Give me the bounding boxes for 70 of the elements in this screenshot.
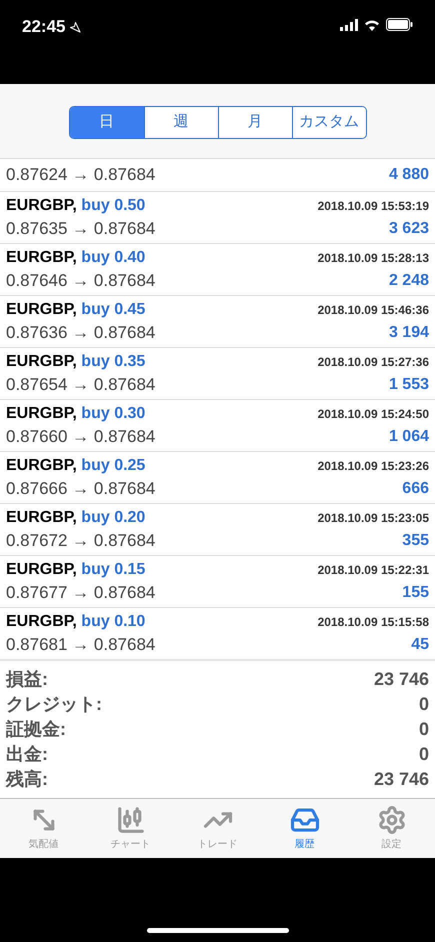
deal-profit: 1 064 (388, 426, 429, 446)
candlestick-icon (116, 805, 146, 835)
deal-time: 2018.10.09 15:53:19 (318, 198, 429, 214)
deal-row[interactable]: EURGBP, buy 0.50 2018.10.09 15:53:19 0.87635 → 0.87684 3 623 (0, 191, 435, 243)
deal-profit: 355 (402, 530, 429, 550)
deal-row[interactable]: EURGBP, buy 0.10 2018.10.09 15:15:58 0.87681 → 0.87684 45 (0, 607, 435, 659)
deal-time: 2018.10.09 15:27:36 (318, 354, 429, 370)
deal-prices: 0.87624 → 0.87684 (6, 164, 156, 186)
deal-profit: 666 (402, 478, 429, 498)
deal-time: 2018.10.09 15:24:50 (318, 406, 429, 422)
deal-time: 2018.10.09 15:28:13 (318, 250, 429, 266)
total-value: 0 (418, 718, 429, 741)
period-tab[interactable]: 日 (70, 106, 144, 138)
deal-time: 2018.10.09 15:46:36 (318, 302, 429, 318)
deal-title: EURGBP, buy 0.10 (6, 612, 146, 632)
deal-time: 2018.10.09 15:23:26 (318, 458, 429, 474)
wifi-icon (364, 18, 380, 30)
deal-title: EURGBP, buy 0.50 (6, 196, 146, 216)
total-label: 損益: (6, 668, 48, 691)
total-value: 0 (418, 693, 429, 716)
total-label: クレジット: (6, 693, 102, 716)
deal-row[interactable]: EURGBP, buy 0.25 2018.10.09 15:23:26 0.87666 → 0.87684 666 (0, 451, 435, 503)
deal-title: EURGBP, buy 0.40 (6, 248, 146, 268)
signal-icon (340, 18, 358, 30)
deal-prices: 0.87672 → 0.87684 (6, 530, 156, 552)
deal-prices: 0.87681 → 0.87684 (6, 634, 156, 656)
deal-profit: 3 194 (388, 322, 429, 342)
deal-row[interactable]: EURGBP, buy 0.40 2018.10.09 15:28:13 0.87646 → 0.87684 2 248 (0, 243, 435, 295)
deal-profit: 1 553 (388, 374, 429, 394)
deal-row[interactable]: EURGBP, buy 0.30 2018.10.09 15:24:50 0.87660 → 0.87684 1 064 (0, 399, 435, 451)
deal-time: 2018.10.09 15:23:05 (318, 510, 429, 526)
total-label: 残高: (6, 768, 48, 791)
period-tab[interactable]: 月 (218, 106, 292, 138)
deal-prices: 0.87635 → 0.87684 (6, 218, 156, 240)
deal-title: EURGBP, buy 0.45 (6, 300, 146, 320)
status-time: 22:45 (22, 16, 66, 38)
total-value: 23 746 (374, 768, 429, 791)
deal-title: EURGBP, buy 0.30 (6, 404, 146, 424)
battery-icon (386, 18, 413, 31)
deal-prices: 0.87660 → 0.87684 (6, 426, 156, 448)
total-label: 証拠金: (6, 718, 66, 741)
total-label: 出金: (6, 743, 48, 766)
deal-row[interactable]: EURGBP, buy 0.35 2018.10.09 15:27:36 0.87654 → 0.87684 1 553 (0, 347, 435, 399)
deal-row[interactable]: EURGBP, buy 0.20 2018.10.09 15:23:05 0.87672 → 0.87684 355 (0, 503, 435, 555)
deal-time: 2018.10.09 15:15:58 (318, 614, 429, 630)
total-value: 23 746 (374, 668, 429, 691)
deal-prices: 0.87636 → 0.87684 (6, 322, 156, 344)
deal-title: EURGBP, buy 0.20 (6, 508, 146, 528)
deal-prices: 0.87646 → 0.87684 (6, 270, 156, 292)
settings-icon (376, 805, 406, 835)
period-tab[interactable]: カスタム (292, 106, 366, 138)
period-tab[interactable]: 週 (144, 106, 218, 138)
deal-row[interactable]: EURGBP, buy 0.15 2018.10.09 15:22:31 0.87677 → 0.87684 155 (0, 555, 435, 607)
tab-bar-item[interactable]: 履歴 (261, 799, 348, 858)
deal-prices: 0.87677 → 0.87684 (6, 582, 156, 604)
deal-profit: 45 (411, 634, 429, 654)
deal-prices: 0.87654 → 0.87684 (6, 374, 156, 396)
deal-profit: 3 623 (388, 218, 429, 238)
deal-prices: 0.87666 → 0.87684 (6, 478, 156, 500)
deal-time: 2018.10.09 15:22:31 (318, 562, 429, 578)
deal-title: EURGBP, buy 0.15 (6, 560, 146, 580)
deal-title: EURGBP, buy 0.35 (6, 352, 146, 372)
deal-title: EURGBP, buy 0.25 (6, 456, 146, 476)
deal-row[interactable]: EURGBP, buy 0.45 2018.10.09 15:46:36 0.87636 → 0.87684 3 194 (0, 295, 435, 347)
total-value: 0 (418, 743, 429, 766)
deal-profit: 155 (402, 582, 429, 602)
deal-profit: 4 880 (388, 165, 429, 185)
location-icon (69, 20, 82, 33)
deal-profit: 2 248 (388, 270, 429, 290)
deal-row[interactable]: 0.87624 → 0.87684 4 880 (0, 158, 435, 191)
